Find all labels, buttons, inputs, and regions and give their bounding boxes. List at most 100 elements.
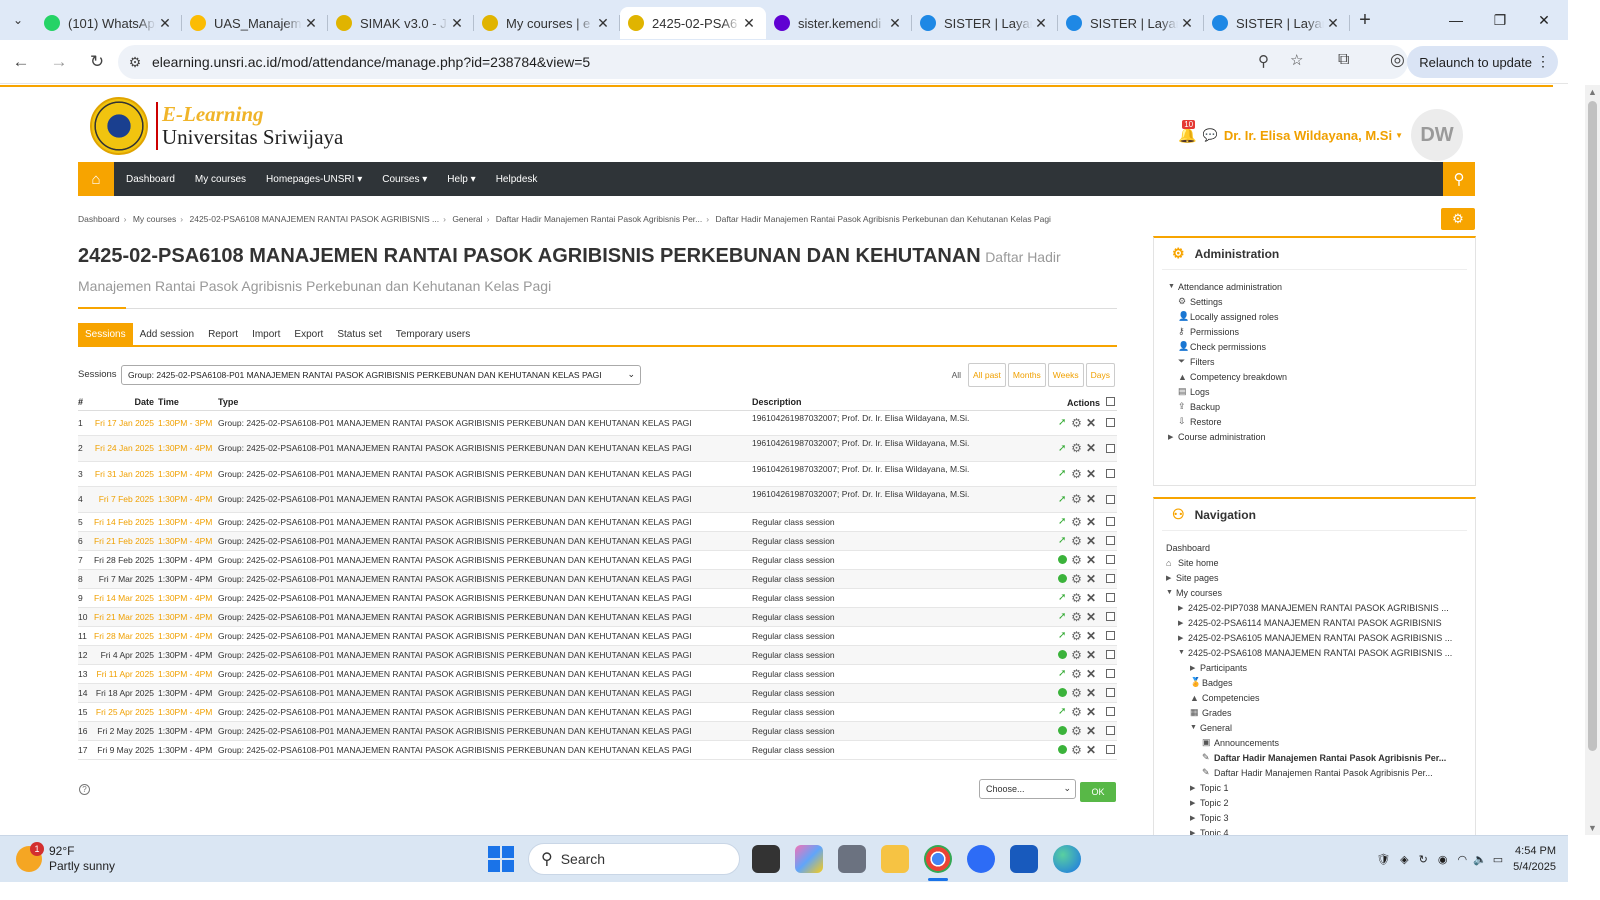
- session-date[interactable]: Fri 14 Mar 2025: [93, 588, 158, 608]
- edit-session-gear-icon[interactable]: ⚙: [1071, 629, 1082, 643]
- session-date[interactable]: Fri 7 Mar 2025: [93, 569, 158, 589]
- browser-tab[interactable]: (101) WhatsApp ✕: [36, 7, 182, 39]
- session-date[interactable]: Fri 2 May 2025: [93, 721, 158, 741]
- edit-session-gear-icon[interactable]: ⚙: [1071, 416, 1082, 430]
- group-select[interactable]: Group: 2425-02-PSA6108-P01 MANAJEMEN RAN…: [121, 365, 641, 385]
- session-date[interactable]: Fri 25 Apr 2025: [93, 702, 158, 722]
- messages-icon[interactable]: 💬: [1203, 128, 1218, 142]
- browser-tab[interactable]: sister.kemendi ✕: [766, 7, 912, 39]
- security-icon[interactable]: 🛡: [1376, 853, 1390, 866]
- tab-search-button[interactable]: ⌄: [0, 0, 36, 40]
- tab-close-icon[interactable]: ✕: [156, 15, 174, 32]
- admin-item[interactable]: ⏷ Filters: [1178, 354, 1287, 369]
- admin-item[interactable]: ⇪ Backup: [1178, 399, 1287, 414]
- session-date[interactable]: Fri 28 Feb 2025: [93, 550, 158, 570]
- nav-course-subitem[interactable]: ▼ General: [1178, 720, 1452, 735]
- view-all-past-button[interactable]: All past: [968, 363, 1006, 387]
- session-date[interactable]: Fri 11 Apr 2025: [93, 664, 158, 684]
- tab-close-icon[interactable]: ✕: [1032, 15, 1050, 32]
- nav-course-subitem[interactable]: ▶ Participants: [1178, 660, 1452, 675]
- delete-session-icon[interactable]: ✕: [1086, 467, 1096, 481]
- delete-session-icon[interactable]: ✕: [1086, 492, 1096, 506]
- session-checkbox[interactable]: [1106, 494, 1115, 504]
- browser-tab[interactable]: SISTER | Layan ✕: [1058, 7, 1204, 39]
- nav-tree-dashboard[interactable]: Dashboard: [1166, 540, 1452, 555]
- session-date[interactable]: Fri 21 Feb 2025: [93, 531, 158, 551]
- edit-session-gear-icon[interactable]: ⚙: [1071, 553, 1082, 567]
- nav-helpdesk[interactable]: Helpdesk: [496, 174, 538, 185]
- tab-close-icon[interactable]: ✕: [448, 15, 466, 32]
- minimize-button[interactable]: —: [1434, 0, 1478, 40]
- maximize-button[interactable]: ❐: [1478, 0, 1522, 40]
- session-checkbox[interactable]: [1106, 726, 1115, 735]
- session-checkbox[interactable]: [1106, 469, 1115, 479]
- delete-session-icon[interactable]: ✕: [1086, 667, 1096, 681]
- session-date[interactable]: Fri 31 Jan 2025: [93, 461, 158, 487]
- windows-start-icon[interactable]: [488, 846, 514, 872]
- attendance-taken-icon[interactable]: [1058, 555, 1068, 564]
- nav-general-item[interactable]: ▣ Announcements: [1178, 735, 1452, 750]
- scroll-down-icon[interactable]: ▼: [1588, 823, 1597, 833]
- bulk-action-select[interactable]: Choose... ⌄: [979, 779, 1076, 799]
- nav-my-courses[interactable]: My courses: [195, 174, 246, 185]
- session-checkbox[interactable]: [1106, 517, 1115, 526]
- browser-tab[interactable]: 2425-02-PSA6 ✕: [620, 7, 766, 39]
- wifi-icon[interactable]: ◠: [1457, 853, 1467, 866]
- attendance-taken-icon[interactable]: [1058, 726, 1068, 735]
- copilot-icon[interactable]: [795, 845, 823, 873]
- edit-session-gear-icon[interactable]: ⚙: [1071, 492, 1082, 506]
- session-checkbox[interactable]: [1106, 688, 1115, 697]
- tab-import[interactable]: Import: [245, 323, 287, 345]
- back-button[interactable]: ←: [4, 45, 38, 79]
- tab-close-icon[interactable]: ✕: [1324, 15, 1342, 32]
- session-checkbox[interactable]: [1106, 574, 1115, 583]
- url-text[interactable]: elearning.unsri.ac.id/mod/attendance/man…: [152, 54, 590, 70]
- edit-session-gear-icon[interactable]: ⚙: [1071, 743, 1082, 757]
- session-date[interactable]: Fri 14 Feb 2025: [93, 512, 158, 532]
- attendance-taken-icon[interactable]: [1058, 650, 1068, 659]
- admin-item[interactable]: ▲ Competency breakdown: [1178, 369, 1287, 384]
- take-attendance-icon[interactable]: ➚: [1057, 443, 1067, 454]
- edit-session-gear-icon[interactable]: ⚙: [1071, 591, 1082, 605]
- breadcrumb-general[interactable]: General: [452, 214, 482, 224]
- select-all-checkbox[interactable]: [1106, 396, 1115, 406]
- take-attendance-icon[interactable]: ➚: [1057, 516, 1067, 527]
- edit-session-gear-icon[interactable]: ⚙: [1071, 648, 1082, 662]
- nav-course-item[interactable]: ▼ 2425-02-PSA6108 MANAJEMEN RANTAI PASOK …: [1178, 645, 1452, 660]
- forward-button[interactable]: →: [42, 45, 76, 79]
- delete-session-icon[interactable]: ✕: [1086, 610, 1096, 624]
- page-settings-gear-icon[interactable]: ⚙: [1441, 208, 1475, 230]
- admin-item[interactable]: ⚙ Settings: [1178, 294, 1287, 309]
- attendance-administration-node[interactable]: ▼ Attendance administration: [1168, 279, 1287, 294]
- nav-topic-item[interactable]: ▶ Topic 3: [1178, 810, 1452, 825]
- scroll-up-icon[interactable]: ▲: [1588, 87, 1597, 97]
- header-date[interactable]: Date: [93, 395, 158, 411]
- session-date[interactable]: Fri 4 Apr 2025: [93, 645, 158, 665]
- admin-item[interactable]: ⇩ Restore: [1178, 414, 1287, 429]
- take-attendance-icon[interactable]: ➚: [1057, 417, 1067, 428]
- menu-dots-icon[interactable]: ⋮: [1536, 53, 1550, 70]
- camera-icon[interactable]: [838, 845, 866, 873]
- bluetooth-icon[interactable]: ◉: [1438, 853, 1448, 866]
- tray-app-icon[interactable]: ◈: [1400, 853, 1408, 866]
- session-checkbox[interactable]: [1106, 631, 1115, 640]
- nav-tree-my-courses[interactable]: ▼ My courses: [1166, 585, 1452, 600]
- word-icon[interactable]: [1010, 845, 1038, 873]
- zoom-app-icon[interactable]: [967, 845, 995, 873]
- session-checkbox[interactable]: [1106, 669, 1115, 678]
- clock[interactable]: 4:54 PM 5/4/2025: [1513, 843, 1556, 875]
- admin-item[interactable]: ▤ Logs: [1178, 384, 1287, 399]
- session-checkbox[interactable]: [1106, 612, 1115, 621]
- bookmark-star-icon[interactable]: ☆: [1290, 51, 1303, 69]
- extensions-icon[interactable]: ⧉: [1338, 51, 1349, 69]
- chrome-icon[interactable]: [924, 845, 952, 873]
- battery-icon[interactable]: ▭: [1493, 853, 1503, 866]
- search-icon[interactable]: ⚲: [1443, 162, 1475, 196]
- nav-homepages[interactable]: Homepages-UNSRI ▾: [266, 174, 362, 185]
- tab-temporary-users[interactable]: Temporary users: [389, 323, 477, 345]
- nav-course-item[interactable]: ▶ 2425-02-PIP7038 MANAJEMEN RANTAI PASOK …: [1178, 600, 1452, 615]
- take-attendance-icon[interactable]: ➚: [1057, 494, 1067, 505]
- nav-topic-item[interactable]: ▶ Topic 1: [1178, 780, 1452, 795]
- edit-session-gear-icon[interactable]: ⚙: [1071, 724, 1082, 738]
- file-explorer-icon[interactable]: [881, 845, 909, 873]
